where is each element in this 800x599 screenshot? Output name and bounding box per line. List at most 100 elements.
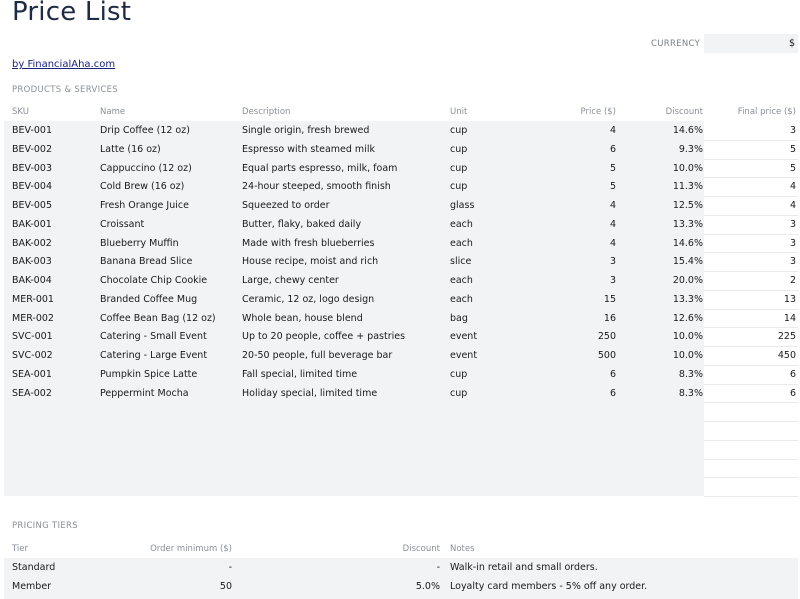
cell-description[interactable]: Butter, flaky, baked daily (242, 215, 361, 234)
cell-description[interactable]: Ceramic, 12 oz, logo design (242, 290, 374, 309)
cell-name[interactable]: Branded Coffee Mug (100, 290, 197, 309)
cell-sku[interactable]: BAK-003 (12, 252, 52, 271)
cell-discount[interactable]: 8.3% (603, 384, 703, 403)
cell-unit[interactable]: bag (450, 309, 468, 328)
cell-name[interactable]: Catering - Large Event (100, 346, 207, 365)
cell-unit[interactable]: cup (450, 159, 467, 178)
currency-field[interactable]: $ (704, 34, 798, 53)
cell-name[interactable]: Latte (16 oz) (100, 140, 161, 159)
table-row[interactable]: SVC-001 Catering - Small Event Up to 20 pe… (0, 327, 800, 346)
cell-sku[interactable]: SVC-001 (12, 327, 53, 346)
cell-price[interactable]: 16 (516, 309, 616, 328)
table-row[interactable]: BEV-003 Cappuccino (12 oz) Equal parts esp… (0, 159, 800, 178)
cell-price[interactable]: 3 (516, 252, 616, 271)
cell-price[interactable]: 6 (516, 140, 616, 159)
cell-price[interactable]: 250 (516, 327, 616, 346)
cell-final[interactable]: 225 (696, 327, 796, 346)
cell-description[interactable]: 24-hour steeped, smooth finish (242, 177, 391, 196)
cell-name[interactable]: Cappuccino (12 oz) (100, 159, 192, 178)
tier-row[interactable]: Standard - - Walk-in retail and small order… (0, 558, 800, 577)
cell-name[interactable]: Chocolate Chip Cookie (100, 271, 207, 290)
cell-discount[interactable]: 11.3% (603, 177, 703, 196)
cell-description[interactable]: Espresso with steamed milk (242, 140, 375, 159)
cell-final[interactable]: 5 (696, 159, 796, 178)
cell-name[interactable]: Fresh Orange Juice (100, 196, 189, 215)
cell-name[interactable]: Blueberry Muffin (100, 234, 179, 253)
cell-sku[interactable]: BEV-005 (12, 196, 52, 215)
cell-sku[interactable]: MER-002 (12, 309, 54, 328)
cell-unit[interactable]: each (450, 215, 473, 234)
cell-price[interactable]: 4 (516, 121, 616, 140)
cell-description[interactable]: Equal parts espresso, milk, foam (242, 159, 397, 178)
cell-sku[interactable]: MER-001 (12, 290, 54, 309)
cell-discount[interactable]: 14.6% (603, 121, 703, 140)
cell-unit[interactable]: cup (450, 121, 467, 140)
table-row[interactable]: MER-001 Branded Coffee Mug Ceramic, 12 oz,… (0, 290, 800, 309)
tier-cell-order_min[interactable]: 50 (112, 577, 232, 596)
table-row[interactable]: BAK-004 Chocolate Chip Cookie Large, chewy… (0, 271, 800, 290)
cell-unit[interactable]: event (450, 327, 477, 346)
cell-description[interactable]: Single origin, fresh brewed (242, 121, 369, 140)
cell-sku[interactable]: BAK-001 (12, 215, 52, 234)
cell-name[interactable]: Croissant (100, 215, 144, 234)
cell-sku[interactable]: BEV-003 (12, 159, 52, 178)
table-row[interactable]: BEV-001 Drip Coffee (12 oz) Single origin,… (0, 121, 800, 140)
cell-final[interactable]: 3 (696, 121, 796, 140)
cell-name[interactable]: Drip Coffee (12 oz) (100, 121, 190, 140)
cell-unit[interactable]: cup (450, 384, 467, 403)
tier-cell-discount[interactable]: - (320, 558, 440, 577)
cell-name[interactable]: Cold Brew (16 oz) (100, 177, 184, 196)
cell-final[interactable]: 2 (696, 271, 796, 290)
cell-sku[interactable]: SVC-002 (12, 346, 53, 365)
cell-discount[interactable]: 14.6% (603, 234, 703, 253)
cell-discount[interactable]: 9.3% (603, 140, 703, 159)
cell-final[interactable]: 5 (696, 140, 796, 159)
cell-price[interactable]: 15 (516, 290, 616, 309)
cell-discount[interactable]: 15.4% (603, 252, 703, 271)
cell-name[interactable]: Catering - Small Event (100, 327, 207, 346)
table-row[interactable]: BAK-001 Croissant Butter, flaky, baked dai… (0, 215, 800, 234)
cell-unit[interactable]: slice (450, 252, 471, 271)
cell-sku[interactable]: BEV-004 (12, 177, 52, 196)
cell-price[interactable]: 3 (516, 271, 616, 290)
cell-unit[interactable]: glass (450, 196, 474, 215)
cell-price[interactable]: 6 (516, 365, 616, 384)
cell-final[interactable]: 3 (696, 215, 796, 234)
table-row[interactable]: BEV-004 Cold Brew (16 oz) 24-hour steeped,… (0, 177, 800, 196)
cell-description[interactable]: Large, chewy center (242, 271, 339, 290)
cell-price[interactable]: 6 (516, 384, 616, 403)
cell-final[interactable]: 14 (696, 309, 796, 328)
cell-price[interactable]: 5 (516, 177, 616, 196)
cell-discount[interactable]: 10.0% (603, 346, 703, 365)
byline-link[interactable]: by FinancialAha.com (12, 59, 115, 70)
tier-cell-order_min[interactable]: - (112, 558, 232, 577)
cell-sku[interactable]: BEV-002 (12, 140, 52, 159)
cell-unit[interactable]: each (450, 234, 473, 253)
cell-price[interactable]: 4 (516, 215, 616, 234)
cell-unit[interactable]: each (450, 290, 473, 309)
cell-name[interactable]: Peppermint Mocha (100, 384, 189, 403)
cell-description[interactable]: Made with fresh blueberries (242, 234, 374, 253)
cell-sku[interactable]: BAK-004 (12, 271, 52, 290)
cell-unit[interactable]: cup (450, 140, 467, 159)
cell-price[interactable]: 500 (516, 346, 616, 365)
cell-unit[interactable]: cup (450, 177, 467, 196)
cell-sku[interactable]: BAK-002 (12, 234, 52, 253)
table-row[interactable]: BEV-005 Fresh Orange Juice Squeezed to ord… (0, 196, 800, 215)
cell-discount[interactable]: 12.5% (603, 196, 703, 215)
table-row[interactable]: BAK-003 Banana Bread Slice House recipe, m… (0, 252, 800, 271)
cell-name[interactable]: Banana Bread Slice (100, 252, 192, 271)
cell-description[interactable]: Up to 20 people, coffee + pastries (242, 327, 405, 346)
cell-description[interactable]: House recipe, moist and rich (242, 252, 378, 271)
cell-description[interactable]: Squeezed to order (242, 196, 330, 215)
cell-final[interactable]: 450 (696, 346, 796, 365)
cell-sku[interactable]: SEA-001 (12, 365, 52, 384)
cell-final[interactable]: 3 (696, 234, 796, 253)
table-row[interactable]: SVC-002 Catering - Large Event 20-50 peopl… (0, 346, 800, 365)
tier-cell-tier[interactable]: Standard (12, 558, 55, 577)
cell-discount[interactable]: 10.0% (603, 159, 703, 178)
cell-final[interactable]: 4 (696, 177, 796, 196)
cell-final[interactable]: 3 (696, 252, 796, 271)
cell-name[interactable]: Coffee Bean Bag (12 oz) (100, 309, 216, 328)
tier-cell-notes[interactable]: Loyalty card members - 5% off any order. (450, 577, 647, 596)
